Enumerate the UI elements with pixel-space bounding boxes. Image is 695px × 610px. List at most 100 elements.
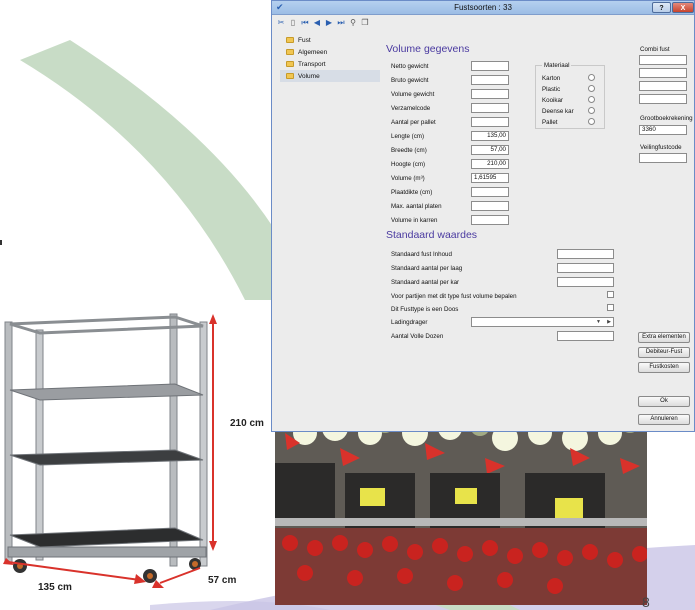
- field-label: Volume in karren: [391, 217, 438, 224]
- debiteur-fust-button[interactable]: Debiteur-Fust: [638, 347, 690, 358]
- veilingfustcode-label: Veilingfustcode: [640, 144, 682, 151]
- volume-m3-input[interactable]: 1,61595: [471, 173, 509, 183]
- tree-item-label: Transport: [298, 60, 326, 68]
- tree-item-label: Volume: [298, 72, 320, 80]
- trolley-image: [0, 300, 270, 600]
- combi-fust-input-1[interactable]: [639, 55, 687, 65]
- field-label: Max. aantal platen: [391, 203, 442, 210]
- first-record-icon[interactable]: ⏮: [300, 18, 310, 28]
- extra-elementen-button[interactable]: Extra elementen: [638, 332, 690, 343]
- folder-icon: [286, 61, 294, 67]
- karton-radio[interactable]: [588, 74, 595, 81]
- veilingfustcode-input[interactable]: [639, 153, 687, 163]
- tree-item-label: Algemeen: [298, 48, 328, 56]
- combi-fust-label: Combi fust: [640, 46, 670, 53]
- field-label: Hoogte (cm): [391, 161, 426, 168]
- combi-fust-input-3[interactable]: [639, 81, 687, 91]
- field-label: Standaard fust Inhoud: [391, 251, 452, 258]
- annuleren-button[interactable]: Annuleren: [638, 414, 690, 425]
- radio-label: Deense kar: [542, 108, 574, 115]
- field-label: Voor partijen met dit type fust volume b…: [391, 293, 517, 300]
- tree-item-fust[interactable]: Fust: [280, 34, 380, 46]
- fustsoorten-window: ✔ Fustsoorten : 33 ? X ✂ ▯ ⏮ ◀ ▶ ⏭ ⚲ ❐ F…: [271, 0, 695, 432]
- chevron-down-icon[interactable]: ▼: [596, 319, 601, 325]
- tree-item-transport[interactable]: Transport: [280, 58, 380, 70]
- field-label: Standaard aantal per laag: [391, 265, 463, 272]
- grootboek-label: Grootboekrekening: [640, 115, 693, 122]
- ok-button[interactable]: Ok: [638, 396, 690, 407]
- radio-label: Karton: [542, 75, 561, 82]
- max-aantal-platen-input[interactable]: [471, 201, 509, 211]
- standaard-section-title: Standaard waardes: [386, 229, 478, 241]
- tree-item-volume[interactable]: Volume: [280, 70, 380, 82]
- grootboek-input[interactable]: 3360: [639, 125, 687, 135]
- kooikar-radio[interactable]: [588, 96, 595, 103]
- radio-label: Kooikar: [542, 97, 563, 104]
- delete-icon[interactable]: ▯: [288, 18, 298, 28]
- deense-kar-radio[interactable]: [588, 107, 595, 114]
- field-label: Verzamelcode: [391, 105, 431, 112]
- tools-icon[interactable]: ✂: [276, 18, 286, 28]
- tree-item-label: Fust: [298, 36, 311, 44]
- aantal-per-pallet-input[interactable]: [471, 117, 509, 127]
- depth-caption: 57 cm: [208, 575, 237, 586]
- help-button[interactable]: ?: [652, 2, 671, 13]
- breedte-input[interactable]: 57,00: [471, 145, 509, 155]
- hoogte-input[interactable]: 210,00: [471, 159, 509, 169]
- field-label: Ladingdrager: [391, 319, 428, 326]
- tree-item-algemeen[interactable]: Algemeen: [280, 46, 380, 58]
- last-record-icon[interactable]: ⏭: [336, 18, 346, 28]
- fustkosten-button[interactable]: Fustkosten: [638, 362, 690, 373]
- materiaal-title: Materiaal: [542, 62, 572, 69]
- radio-label: Pallet: [542, 119, 558, 126]
- field-label: Breedte (cm): [391, 147, 427, 154]
- slide-number: 8: [642, 594, 650, 610]
- field-label: Lengte (cm): [391, 133, 425, 140]
- lengte-input[interactable]: 135,00: [471, 131, 509, 141]
- height-caption: 210 cm: [230, 418, 264, 429]
- folder-icon: [286, 73, 294, 79]
- folder-icon: [286, 49, 294, 55]
- combi-fust-input-2[interactable]: [639, 68, 687, 78]
- ladingdrager-dropdown[interactable]: ▼ ▶: [471, 317, 614, 327]
- field-label: Plaatdikte (cm): [391, 189, 433, 196]
- radio-label: Plastic: [542, 86, 561, 93]
- previous-record-icon[interactable]: ◀: [312, 18, 322, 28]
- aantal-volle-dozen-input[interactable]: [557, 331, 614, 341]
- standaard-aantal-per-laag-input[interactable]: [557, 263, 614, 273]
- field-label: Aantal per pallet: [391, 119, 436, 126]
- field-label: Standaard aantal per kar: [391, 279, 460, 286]
- combi-fust-input-4[interactable]: [639, 94, 687, 104]
- netto-gewicht-input[interactable]: [471, 61, 509, 71]
- bruto-gewicht-input[interactable]: [471, 75, 509, 85]
- standaard-aantal-per-kar-input[interactable]: [557, 277, 614, 287]
- volume-section-title: Volume gegevens: [386, 43, 470, 55]
- field-label: Dit Fusttype is een Doos: [391, 306, 459, 313]
- volume-in-karren-input[interactable]: [471, 215, 509, 225]
- copy-icon[interactable]: ❐: [360, 18, 370, 28]
- close-button[interactable]: X: [672, 2, 694, 13]
- field-label: Aantal Volle Dozen: [391, 333, 444, 340]
- pallet-radio[interactable]: [588, 118, 595, 125]
- field-label: Volume (m³): [391, 175, 425, 182]
- volume-gewicht-input[interactable]: [471, 89, 509, 99]
- toolbar: ✂ ▯ ⏮ ◀ ▶ ⏭ ⚲ ❐: [276, 17, 370, 29]
- folder-icon: [286, 37, 294, 43]
- plastic-radio[interactable]: [588, 85, 595, 92]
- field-label: Netto gewicht: [391, 63, 429, 70]
- trolley-drawing: [3, 313, 217, 588]
- navigation-tree: Fust Algemeen Transport Volume: [280, 34, 380, 82]
- length-caption: 135 cm: [38, 582, 72, 593]
- next-record-icon[interactable]: ▶: [324, 18, 334, 28]
- field-label: Volume gewicht: [391, 91, 435, 98]
- search-icon[interactable]: ⚲: [348, 18, 358, 28]
- window-titlebar[interactable]: ✔ Fustsoorten : 33 ? X: [272, 1, 694, 15]
- volume-bepalen-checkbox[interactable]: [607, 291, 614, 298]
- window-title: Fustsoorten : 33: [454, 3, 512, 12]
- field-label: Bruto gewicht: [391, 77, 429, 84]
- standaard-fust-inhoud-input[interactable]: [557, 249, 614, 259]
- chevron-right-icon[interactable]: ▶: [607, 319, 611, 325]
- verzamelcode-input[interactable]: [471, 103, 509, 113]
- is-doos-checkbox[interactable]: [607, 304, 614, 311]
- plaatdikte-input[interactable]: [471, 187, 509, 197]
